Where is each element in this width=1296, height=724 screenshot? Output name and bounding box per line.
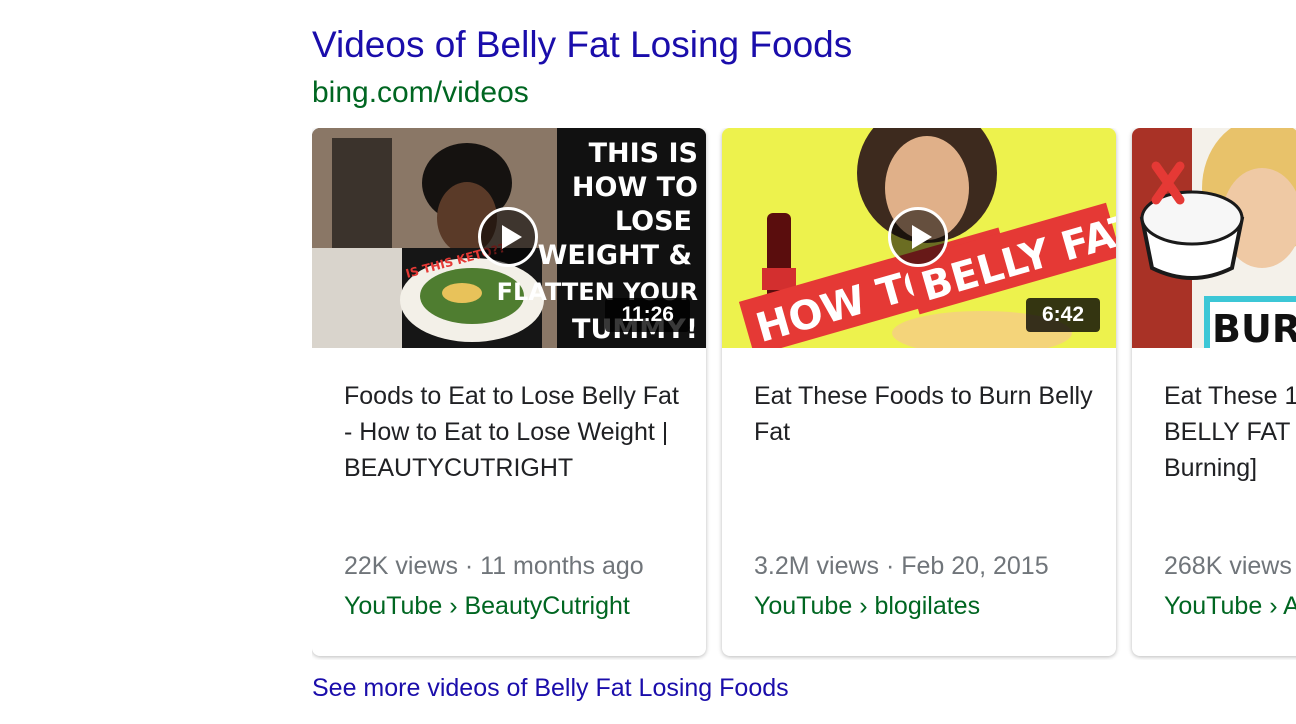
video-source: YouTube › BeautyCutright <box>344 592 630 620</box>
video-results-section: Videos of Belly Fat Losing Foods bing.co… <box>312 0 1296 724</box>
video-card-3[interactable]: BURN Eat These 1 BELLY FAT [ Burning] 26… <box>1132 128 1296 656</box>
duration-badge: 6:42 <box>1025 298 1100 332</box>
thumb-1-line-2: HOW TO <box>572 172 698 203</box>
video-meta: 3.2M views · Feb 20, 2015 <box>754 552 1049 580</box>
video-meta: 268K views <box>1164 552 1292 580</box>
thumb-1-line-4: WEIGHT & <box>538 240 692 271</box>
video-thumbnail-3[interactable]: BURN <box>1132 128 1296 348</box>
section-title-link[interactable]: Videos of Belly Fat Losing Foods <box>312 24 852 66</box>
video-title[interactable]: Foods to Eat to Lose Belly Fat - How to … <box>344 378 684 486</box>
duration-badge: 11:26 <box>605 298 690 332</box>
video-thumbnail-2[interactable]: HOW TO LOSE BELLY FAT 6:42 <box>722 128 1116 348</box>
thumb-1-line-3: LOSE <box>615 206 692 237</box>
thumb-1-line-1: THIS IS <box>589 138 698 169</box>
video-title-line-3: Burning] <box>1164 454 1258 482</box>
video-title[interactable]: Eat These Foods to Burn Belly Fat <box>754 378 1094 450</box>
video-source: YouTube › A <box>1164 592 1296 620</box>
video-card-1[interactable]: IS THIS KETO?? THIS IS HOW TO LOSE WEIGH… <box>312 128 706 656</box>
video-meta: 22K views · 11 months ago <box>344 552 644 580</box>
play-icon[interactable] <box>888 207 948 267</box>
video-source: YouTube › blogilates <box>754 592 981 620</box>
video-title-line-2: BELLY FAT [ <box>1164 418 1296 446</box>
thumbnail-3-image: BURN <box>1132 128 1296 348</box>
video-title[interactable]: Eat These 1 BELLY FAT [ Burning] <box>1164 378 1296 486</box>
thumb-3-line-1: BURN <box>1212 307 1296 348</box>
video-title-line-1: Eat These 1 <box>1164 382 1296 410</box>
section-url: bing.com/videos <box>312 76 529 109</box>
video-thumbnail-1[interactable]: IS THIS KETO?? THIS IS HOW TO LOSE WEIGH… <box>312 128 706 348</box>
video-carousel[interactable]: IS THIS KETO?? THIS IS HOW TO LOSE WEIGH… <box>312 128 1296 660</box>
play-icon[interactable] <box>478 207 538 267</box>
video-card-2[interactable]: HOW TO LOSE BELLY FAT 6:42 Eat These Foo… <box>722 128 1116 656</box>
see-more-videos-link[interactable]: See more videos of Belly Fat Losing Food… <box>312 674 789 703</box>
